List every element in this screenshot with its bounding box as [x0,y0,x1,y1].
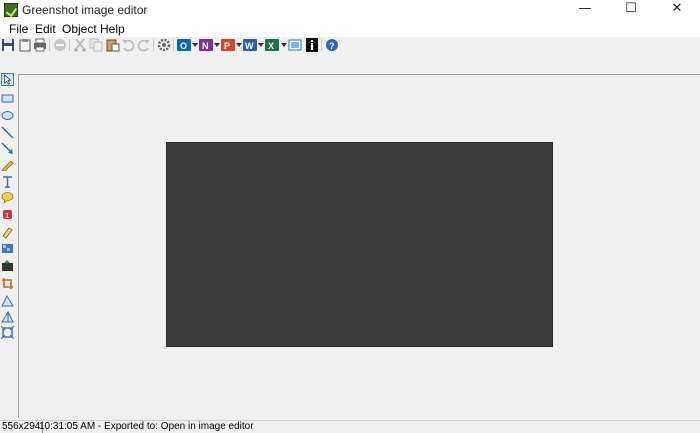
delete-icon[interactable] [53,38,67,52]
maximize-button[interactable]: ☐ [608,0,654,20]
line-tool-icon[interactable] [1,126,14,139]
speechbubble-tool-icon[interactable] [1,191,14,204]
svg-text:N: N [202,41,209,51]
arrow-tool-icon[interactable] [1,142,14,155]
menu-object[interactable]: Object [62,22,97,36]
powerpoint-icon[interactable]: P [221,38,235,52]
svg-text:O: O [180,41,187,51]
window-title: Greenshot image editor [22,3,148,17]
highlight-tool-icon[interactable] [1,226,14,239]
select-tool-icon[interactable] [1,73,14,86]
toolbar-separator [321,39,322,51]
save-icon[interactable] [1,38,15,52]
cut-icon[interactable] [73,38,87,52]
counter-tool-icon[interactable]: 1 [1,208,14,221]
resize-tool-icon[interactable] [1,326,14,339]
settings-icon[interactable] [157,38,171,52]
freehand-tool-icon[interactable] [1,158,14,171]
svg-text:P: P [224,41,230,51]
toolbar-separator [49,39,50,51]
menu-help[interactable]: Help [100,22,125,36]
onenote-dropdown-icon[interactable] [214,43,220,47]
excel-dropdown-icon[interactable] [281,43,287,47]
imgur-icon[interactable] [305,38,319,52]
menu-bar: File Edit Object Help [0,20,700,37]
menu-file[interactable]: File [9,22,28,36]
word-dropdown-icon[interactable] [258,43,264,47]
print-icon[interactable] [33,38,47,52]
rotate-cw-tool-icon[interactable] [1,294,14,307]
tool-palette: 1 [0,70,16,418]
editor-icon[interactable] [288,38,302,52]
clipboard-icon[interactable] [18,38,32,52]
excel-icon[interactable]: X [265,38,279,52]
obfuscate-tool-icon[interactable] [1,242,14,255]
powerpoint-dropdown-icon[interactable] [236,43,242,47]
captured-image[interactable] [166,142,553,347]
toolbar-separator [69,39,70,51]
greenshot-app-icon [4,3,18,17]
svg-text:W: W [245,41,254,51]
menu-edit[interactable]: Edit [35,22,56,36]
svg-text:X: X [268,41,274,51]
redo-icon[interactable] [137,38,151,52]
status-message: 10:31:05 AM - Exported to: Open in image… [39,421,254,432]
svg-text:?: ? [329,41,335,51]
rotate-ccw-tool-icon[interactable] [1,310,14,323]
title-bar: Greenshot image editor — ☐ ✕ [0,0,700,20]
close-button[interactable]: ✕ [654,0,700,20]
status-bar: 556x294 10:31:05 AM - Exported to: Open … [0,420,700,433]
help-icon[interactable]: ? [325,38,339,52]
rectangle-tool-icon[interactable] [1,92,14,105]
paste-icon[interactable] [106,38,120,52]
effects-tool-icon[interactable] [1,259,14,272]
ellipse-tool-icon[interactable] [1,109,14,122]
outlook-dropdown-icon[interactable] [192,43,198,47]
outlook-icon[interactable]: O [177,38,191,52]
undo-icon[interactable] [121,38,135,52]
toolbar: O N P W X ? [0,37,700,53]
word-icon[interactable]: W [243,38,257,52]
minimize-button[interactable]: — [562,0,608,20]
toolbar-separator [173,39,174,51]
text-tool-icon[interactable] [1,175,14,188]
crop-tool-icon[interactable] [1,277,14,290]
toolbar-separator [153,39,154,51]
copy-icon[interactable] [89,38,103,52]
svg-text:1: 1 [5,213,9,220]
onenote-icon[interactable]: N [199,38,213,52]
